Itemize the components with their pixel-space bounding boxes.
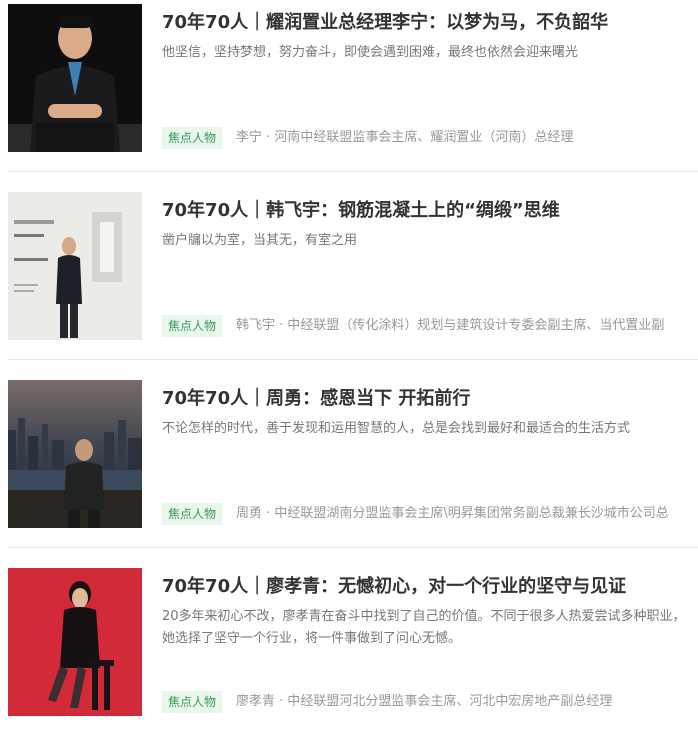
article-summary: 他坚信，坚持梦想，努力奋斗，即使会遇到困难，最终也依然会迎来曙光	[162, 45, 579, 60]
category-tag[interactable]: 焦点人物	[162, 691, 223, 713]
article-thumbnail[interactable]	[8, 4, 142, 152]
divider	[8, 359, 698, 360]
category-tag[interactable]: 焦点人物	[162, 127, 223, 149]
article-title[interactable]: 70年70人｜廖孝青：无憾初心，对一个行业的坚守与见证	[162, 574, 698, 600]
article-item[interactable]: 70年70人｜耀润置业总经理李宁：以梦为马，不负韶华 他坚信，坚持梦想，努力奋斗…	[0, 0, 698, 188]
category-tag[interactable]: 焦点人物	[162, 315, 223, 337]
category-tag[interactable]: 焦点人物	[162, 503, 223, 525]
article-item[interactable]: 70年70人｜韩飞宇：钢筋混凝土上的“绸缎”思维 凿户牖以为室，当其无，有室之用…	[0, 188, 698, 376]
article-thumbnail[interactable]	[8, 192, 142, 340]
article-byline: 李宁 · 河南中经联盟监事会主席、耀润置业（河南）总经理	[236, 130, 574, 145]
article-meta: 焦点人物 李宁 · 河南中经联盟监事会主席、耀润置业（河南）总经理	[162, 127, 698, 151]
divider	[8, 171, 698, 172]
article-byline: 韩飞宇 · 中经联盟（传化涂料）规划与建筑设计专委会副主席、当代置业副	[236, 318, 665, 333]
article-meta: 焦点人物 廖孝青 · 中经联盟河北分盟监事会主席、河北中宏房地产副总经理	[162, 691, 698, 715]
article-thumbnail[interactable]	[8, 380, 142, 528]
article-title[interactable]: 70年70人｜韩飞宇：钢筋混凝土上的“绸缎”思维	[162, 198, 698, 224]
article-byline: 周勇 · 中经联盟湖南分盟监事会主席\明昇集团常务副总裁兼长沙城市公司总	[236, 506, 669, 521]
article-title[interactable]: 70年70人｜周勇：感恩当下 开拓前行	[162, 386, 698, 412]
article-summary: 凿户牖以为室，当其无，有室之用	[162, 233, 358, 248]
divider	[8, 547, 698, 548]
article-summary: 不论怎样的时代，善于发现和运用智慧的人，总是会找到最好和最适合的生活方式	[162, 421, 631, 436]
article-meta: 焦点人物 周勇 · 中经联盟湖南分盟监事会主席\明昇集团常务副总裁兼长沙城市公司总	[162, 503, 698, 527]
article-item[interactable]: 70年70人｜廖孝青：无憾初心，对一个行业的坚守与见证 20多年来初心不改，廖孝…	[0, 564, 698, 752]
article-meta: 焦点人物 韩飞宇 · 中经联盟（传化涂料）规划与建筑设计专委会副主席、当代置业副	[162, 315, 698, 339]
article-summary: 20多年来初心不改，廖孝青在奋斗中找到了自己的价值。不同于很多人热爱尝试多种职业…	[162, 609, 686, 646]
article-item[interactable]: 70年70人｜周勇：感恩当下 开拓前行 不论怎样的时代，善于发现和运用智慧的人，…	[0, 376, 698, 564]
article-byline: 廖孝青 · 中经联盟河北分盟监事会主席、河北中宏房地产副总经理	[236, 694, 613, 709]
article-thumbnail[interactable]	[8, 568, 142, 716]
article-title[interactable]: 70年70人｜耀润置业总经理李宁：以梦为马，不负韶华	[162, 10, 698, 36]
